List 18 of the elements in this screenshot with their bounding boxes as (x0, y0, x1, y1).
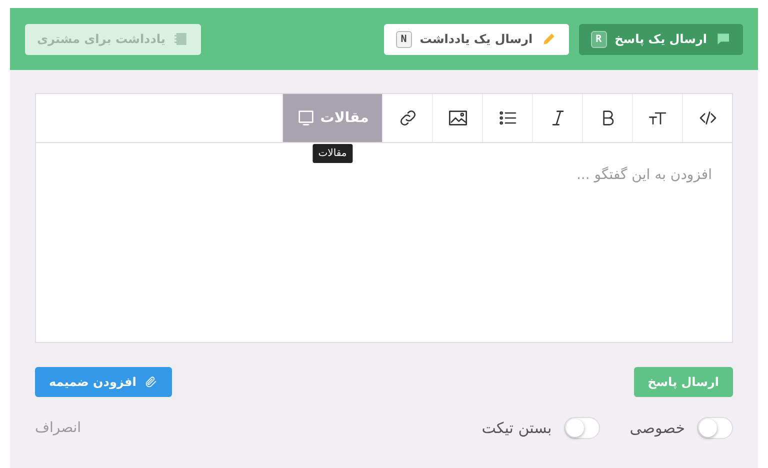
cancel-link[interactable]: انصراف (35, 418, 82, 439)
chat-icon (715, 31, 731, 47)
image-icon (448, 108, 468, 128)
send-reply-button[interactable]: ارسال پاسخ (634, 367, 733, 397)
shortcut-key: N (396, 30, 412, 48)
toggle-switch[interactable] (564, 417, 600, 440)
shortcut-key: R (590, 30, 607, 48)
editor-placeholder[interactable]: افزودن به این گفتگو ... (576, 167, 712, 183)
paperclip-icon (144, 375, 158, 389)
toggle-label: بستن تیکت (482, 418, 552, 439)
monitor-icon (296, 108, 316, 128)
tooltip: مقالات (312, 144, 353, 163)
pencil-icon (540, 31, 557, 47)
notebook-icon (173, 31, 190, 47)
toggle-switch[interactable] (697, 417, 733, 440)
link-icon (398, 108, 418, 128)
toggle-label: خصوصی (630, 418, 685, 439)
add-attachment-button[interactable]: افزودن ضمیمه (35, 367, 172, 397)
